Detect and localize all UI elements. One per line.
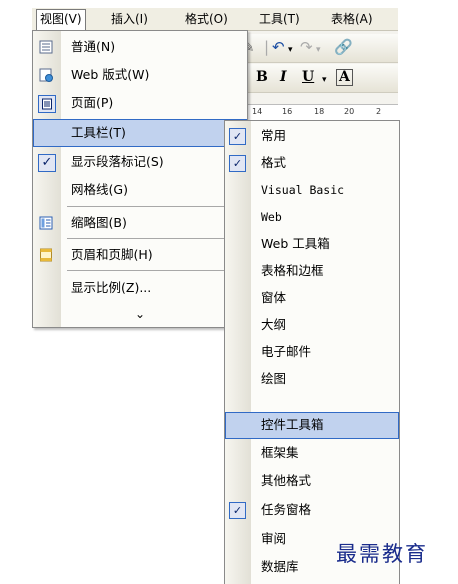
thumbnail-icon bbox=[38, 215, 54, 231]
toolbar-item-label: 绘图 bbox=[261, 371, 287, 386]
menu-item-page-layout[interactable]: 页面(P) bbox=[33, 89, 247, 117]
ruler-tick: 14 bbox=[252, 107, 263, 116]
toolbar-item-label: 数据库 bbox=[261, 559, 299, 574]
toolbar-item-tables-borders[interactable]: 表格和边框 bbox=[225, 258, 399, 284]
toolbar-item-label: 表格和边框 bbox=[261, 263, 324, 278]
toolbar-item-control-toolbox[interactable]: 控件工具箱 bbox=[225, 412, 399, 439]
view-menu: 普通(N) Web 版式(W) 页面(P) 工具栏(T) ▶ ✓ 显示段落标记(… bbox=[32, 30, 248, 328]
undo-icon[interactable]: ↶ bbox=[272, 38, 285, 56]
normal-view-icon bbox=[38, 39, 54, 55]
toolbar-item-label: 格式 bbox=[261, 155, 287, 170]
menu-item-thumbnails[interactable]: 缩略图(B) bbox=[33, 209, 247, 237]
italic-button[interactable]: I bbox=[280, 69, 287, 85]
menu-bar: 视图(V) 插入(I) 格式(O) 工具(T) 表格(A) bbox=[32, 8, 398, 31]
web-layout-icon bbox=[38, 67, 54, 83]
checkmark-icon: ✓ bbox=[229, 502, 246, 519]
toolbar-item-web[interactable]: Web bbox=[225, 204, 399, 230]
redo-dropdown-icon[interactable]: ▾ bbox=[316, 41, 321, 59]
menu-item-label: 工具栏(T) bbox=[71, 125, 126, 140]
underline-button[interactable]: U bbox=[302, 69, 314, 85]
toolbars-submenu: ✓ 常用 ✓ 格式 Visual Basic Web Web 工具箱 表格和边框… bbox=[224, 120, 400, 584]
toolbar-item-label: 常用 bbox=[261, 128, 287, 143]
toolbar-item-standard[interactable]: ✓ 常用 bbox=[225, 123, 399, 149]
menu-separator bbox=[67, 270, 243, 271]
redo-icon[interactable]: ↷ bbox=[300, 38, 313, 56]
toolbar-item-task-pane[interactable]: ✓ 任务窗格 bbox=[225, 497, 399, 523]
checkmark-icon: ✓ bbox=[229, 128, 246, 145]
toolbar-item-label: 大纲 bbox=[261, 317, 287, 332]
menu-separator bbox=[67, 238, 243, 239]
toolbar-item-other-formatting[interactable]: 其他格式 bbox=[225, 468, 399, 494]
separator-icon: | bbox=[264, 38, 270, 56]
checkmark-icon: ✓ bbox=[38, 154, 56, 172]
menu-item-toolbars[interactable]: 工具栏(T) ▶ bbox=[33, 119, 247, 147]
menu-item-show-paragraph-marks[interactable]: ✓ 显示段落标记(S) bbox=[33, 148, 247, 176]
menu-item-label: 显示段落标记(S) bbox=[71, 154, 164, 169]
ruler-tick: 20 bbox=[344, 107, 355, 116]
ruler-tick: 2 bbox=[376, 107, 382, 116]
toolbar-item-email[interactable]: 电子邮件 bbox=[225, 339, 399, 365]
toolbar-item-drawing[interactable]: 绘图 bbox=[225, 366, 399, 392]
toolbar-item-forms[interactable]: 窗体 bbox=[225, 285, 399, 311]
underline-dropdown-icon[interactable]: ▾ bbox=[322, 71, 327, 89]
menu-item-label: 页面(P) bbox=[71, 95, 114, 110]
toolbar-item-label: 控件工具箱 bbox=[261, 417, 324, 432]
toolbar-item-outline[interactable]: 大纲 bbox=[225, 312, 399, 338]
menu-item-label: 缩略图(B) bbox=[71, 215, 127, 230]
menu-item-label: 显示比例(Z)... bbox=[71, 280, 152, 295]
menu-insert[interactable]: 插入(I) bbox=[108, 10, 151, 28]
formatting-toolbar: ▾ B I U ▾ A bbox=[230, 64, 398, 93]
toolbar-item-web-tools[interactable]: Web 工具箱 bbox=[225, 231, 399, 257]
toolbar-item-label: 任务窗格 bbox=[261, 502, 312, 517]
menu-table[interactable]: 表格(A) bbox=[328, 10, 376, 28]
toolbar-item-label: Visual Basic bbox=[261, 183, 345, 197]
menu-item-zoom[interactable]: 显示比例(Z)... bbox=[33, 274, 247, 302]
menu-item-gridlines[interactable]: 网格线(G) bbox=[33, 176, 247, 204]
menu-separator bbox=[67, 206, 243, 207]
menu-item-label: 页眉和页脚(H) bbox=[71, 247, 153, 262]
ruler-tick: 16 bbox=[282, 107, 293, 116]
toolbar-item-frames[interactable]: 框架集 bbox=[225, 440, 399, 466]
toolbar-item-label: Web 工具箱 bbox=[261, 236, 330, 251]
menu-item-header-footer[interactable]: 页眉和页脚(H) bbox=[33, 241, 247, 269]
toolbar-item-label: Web bbox=[261, 210, 282, 224]
font-color-button[interactable]: A bbox=[336, 69, 353, 86]
toolbar-item-visual-basic[interactable]: Visual Basic bbox=[225, 177, 399, 203]
toolbar-item-label: 框架集 bbox=[261, 445, 299, 460]
header-footer-icon bbox=[38, 247, 54, 263]
toolbar-item-label: 电子邮件 bbox=[261, 344, 312, 359]
undo-dropdown-icon[interactable]: ▾ bbox=[288, 41, 293, 59]
bold-button[interactable]: B bbox=[256, 69, 268, 85]
ruler-tick: 18 bbox=[314, 107, 325, 116]
standard-toolbar: ✎ | ↶ ▾ ↷ ▾ 🔗 bbox=[230, 34, 398, 63]
toolbar-item-formatting[interactable]: ✓ 格式 bbox=[225, 150, 399, 176]
toolbar-item-label: 窗体 bbox=[261, 290, 287, 305]
expand-menu-icon[interactable]: ⌄ bbox=[33, 307, 247, 321]
menu-tools[interactable]: 工具(T) bbox=[256, 10, 303, 28]
watermark-text: 最需教育 bbox=[336, 542, 428, 566]
toolbar-item-label: 其他格式 bbox=[261, 473, 312, 488]
menu-view[interactable]: 视图(V) bbox=[36, 9, 86, 30]
menu-item-normal[interactable]: 普通(N) bbox=[33, 33, 247, 61]
menu-item-web-layout[interactable]: Web 版式(W) bbox=[33, 61, 247, 89]
checkmark-icon: ✓ bbox=[229, 155, 246, 172]
hyperlink-icon[interactable]: 🔗 bbox=[334, 38, 353, 56]
menu-item-label: 普通(N) bbox=[71, 39, 116, 54]
menu-item-label: 网格线(G) bbox=[71, 182, 128, 197]
menu-item-label: Web 版式(W) bbox=[71, 67, 150, 82]
menu-format[interactable]: 格式(O) bbox=[182, 10, 231, 28]
page-layout-icon bbox=[38, 95, 56, 113]
toolbar-item-label: 审阅 bbox=[261, 531, 287, 546]
